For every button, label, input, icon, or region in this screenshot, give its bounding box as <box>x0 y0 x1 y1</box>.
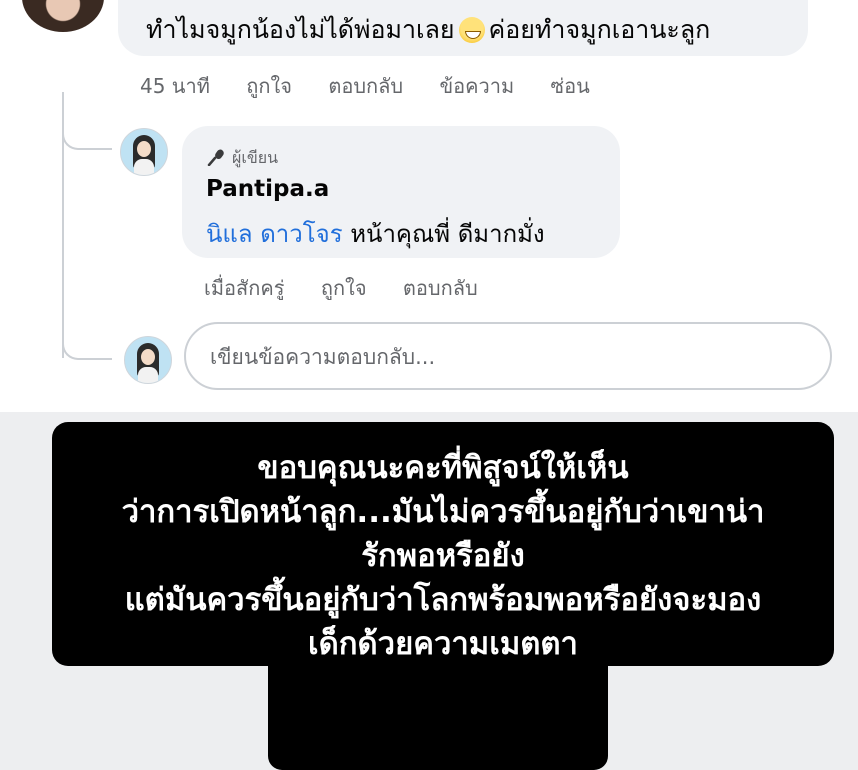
grinning-sweat-emoji-icon <box>458 17 485 43</box>
microphone-icon <box>207 149 224 166</box>
reply-message: หน้าคุณพี่ ดีมากมั่ง <box>342 220 545 248</box>
thread-branch-input <box>62 322 112 360</box>
reply-author-avatar[interactable] <box>120 128 168 176</box>
current-user-avatar <box>124 336 172 384</box>
author-badge-label: ผู้เขียน <box>232 148 279 167</box>
caption-line-4: แต่มันควรขึ้นอยู่กับว่าโลกพร้อมพอหรือยัง… <box>124 582 762 618</box>
reply-reply-button[interactable]: ตอบกลับ <box>403 276 478 300</box>
mention-link[interactable]: นิแล ดาวโจร <box>206 220 343 248</box>
comment-text-part2: ค่อยทำจมูกเอานะลูก <box>488 15 711 44</box>
hide-button[interactable]: ซ่อน <box>551 74 590 98</box>
message-button[interactable]: ข้อความ <box>439 74 514 98</box>
reply-button[interactable]: ตอบกลับ <box>328 74 403 98</box>
author-badge: ผู้เขียน <box>206 146 278 171</box>
comment-text: ทำไมจมูกน้องไม่ได้พ่อมาเลย ค่อยทำจมูกเอาน… <box>146 10 710 50</box>
thread-branch-reply <box>62 112 112 150</box>
reply-author-name[interactable]: Pantipa.a <box>206 176 329 202</box>
reply-input[interactable] <box>208 338 812 376</box>
comment-text-part1: ทำไมจมูกน้องไม่ได้พ่อมาเลย <box>146 15 455 44</box>
reply-input-box[interactable] <box>184 322 832 390</box>
comment-timestamp: 45 นาที <box>140 74 210 98</box>
caption-line-1: ขอบคุณนะคะที่พิสูจน์ให้เห็น <box>257 450 629 486</box>
reply-timestamp: เมื่อสักครู่ <box>204 276 285 300</box>
comment-actions: 45 นาที ถูกใจ ตอบกลับ ข้อความ ซ่อน <box>140 70 620 102</box>
caption-text: ขอบคุณนะคะที่พิสูจน์ให้เห็น ว่าการเปิดหน… <box>52 446 834 666</box>
caption-line-3: รักพอหรือยัง <box>361 538 525 574</box>
reply-like-button[interactable]: ถูกใจ <box>321 276 367 300</box>
caption-line-2: ว่าการเปิดหน้าลูก...มันไม่ควรขึ้นอยู่กับ… <box>121 494 765 530</box>
caption-line-5: เด็กด้วยความเมตตา <box>308 626 578 662</box>
reply-text: นิแล ดาวโจร หน้าคุณพี่ ดีมากมั่ง <box>206 214 545 253</box>
reply-actions: เมื่อสักครู่ ถูกใจ ตอบกลับ <box>204 272 508 304</box>
like-button[interactable]: ถูกใจ <box>246 74 292 98</box>
